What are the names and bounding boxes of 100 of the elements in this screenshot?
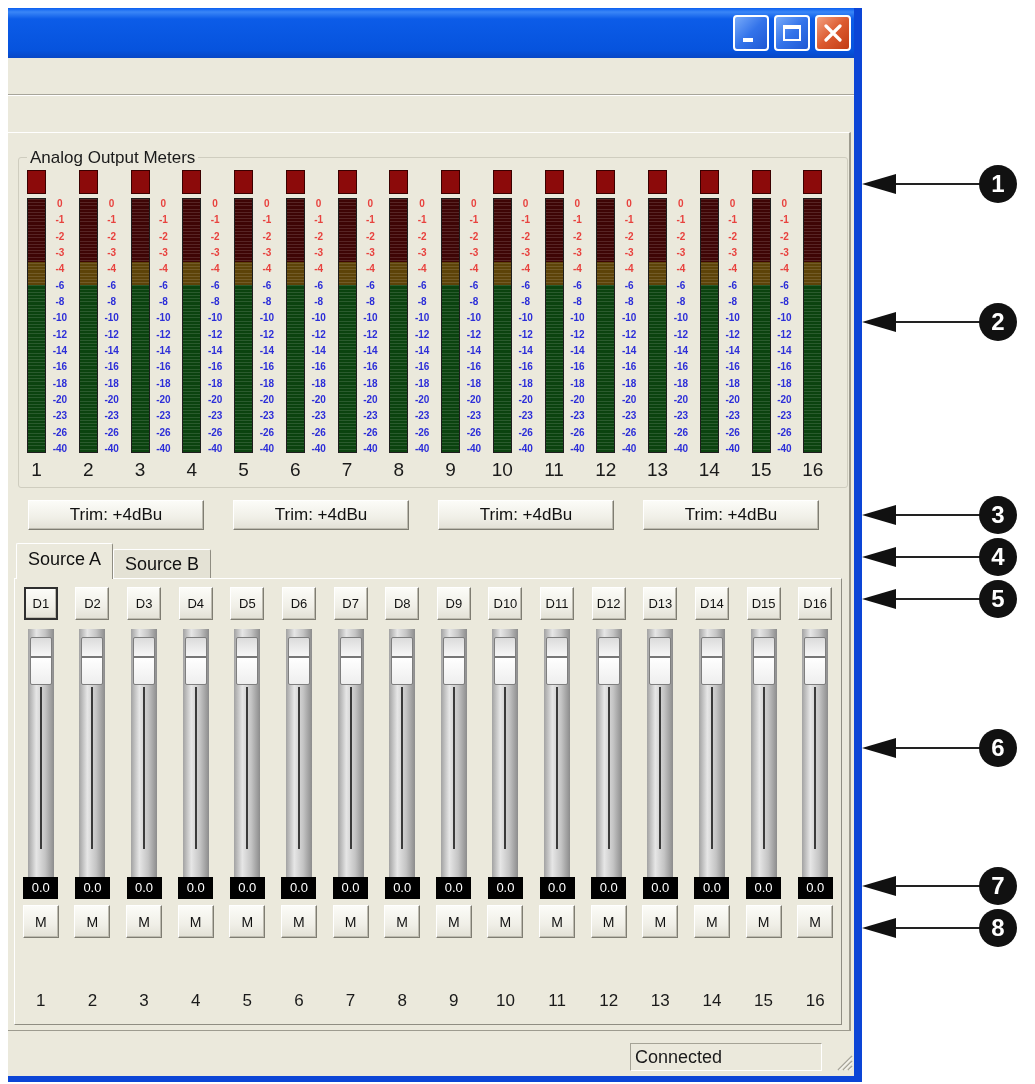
- scale-label: -18: [207, 376, 223, 391]
- scale-label: -10: [777, 311, 792, 326]
- source-tab[interactable]: Source A: [16, 543, 114, 579]
- fader-thumb[interactable]: [804, 637, 827, 685]
- level-readout: 0.0: [23, 877, 59, 899]
- fader-track[interactable]: [647, 629, 674, 877]
- channel-number: 11: [548, 990, 566, 1012]
- source-button[interactable]: D10: [488, 587, 523, 620]
- close-button[interactable]: [815, 15, 851, 51]
- source-button[interactable]: D16: [798, 587, 833, 620]
- fader-track[interactable]: [750, 629, 777, 877]
- scale-label: -8: [314, 294, 324, 309]
- fader-track[interactable]: [389, 629, 416, 877]
- scale-label: -14: [259, 343, 275, 358]
- fader-track[interactable]: [285, 629, 312, 877]
- source-button[interactable]: D11: [540, 587, 575, 620]
- maximize-button[interactable]: [774, 15, 810, 51]
- fader-thumb[interactable]: [391, 637, 414, 685]
- fader-thumb[interactable]: [494, 637, 517, 685]
- fader-thumb[interactable]: [29, 637, 52, 685]
- mute-button[interactable]: M: [435, 905, 472, 938]
- mute-button[interactable]: M: [797, 905, 834, 938]
- fader-thumb[interactable]: [752, 637, 775, 685]
- mute-button[interactable]: M: [332, 905, 369, 938]
- source-tab[interactable]: Source B: [113, 549, 212, 578]
- fader-thumb[interactable]: [81, 637, 104, 685]
- trim-button[interactable]: Trim: +4dBu: [643, 500, 819, 530]
- source-button[interactable]: D3: [127, 587, 162, 620]
- scale-label: 0: [781, 197, 788, 211]
- fader-thumb[interactable]: [133, 637, 156, 685]
- scale-label: -2: [262, 229, 272, 244]
- fader-track[interactable]: [131, 629, 158, 877]
- channel-number: 15: [754, 990, 773, 1012]
- source-button[interactable]: D12: [591, 587, 626, 620]
- channel-number: 10: [495, 990, 515, 1012]
- fader-thumb[interactable]: [649, 637, 672, 685]
- mute-button[interactable]: M: [539, 905, 576, 938]
- mute-button[interactable]: M: [590, 905, 627, 938]
- mute-button[interactable]: M: [487, 905, 524, 938]
- fader-track[interactable]: [27, 629, 54, 877]
- scale-label: -12: [311, 327, 326, 342]
- trim-button[interactable]: Trim: +4dBu: [233, 500, 409, 530]
- source-button[interactable]: D15: [746, 587, 781, 620]
- source-button[interactable]: D4: [178, 587, 213, 620]
- scale-label: 0: [522, 197, 529, 211]
- fader-thumb[interactable]: [184, 637, 207, 685]
- trim-button[interactable]: Trim: +4dBu: [438, 500, 614, 530]
- source-button[interactable]: D14: [694, 587, 729, 620]
- fader-track[interactable]: [492, 629, 519, 877]
- scale-label: -40: [570, 441, 585, 456]
- source-button[interactable]: D7: [333, 587, 368, 620]
- fader-track[interactable]: [337, 629, 364, 877]
- mute-button[interactable]: M: [693, 905, 730, 938]
- fader-track[interactable]: [698, 629, 725, 877]
- mute-button[interactable]: M: [229, 905, 266, 938]
- source-button[interactable]: D6: [281, 587, 316, 620]
- mute-button[interactable]: M: [280, 905, 317, 938]
- source-button[interactable]: D5: [230, 587, 265, 620]
- fader-track[interactable]: [440, 629, 467, 877]
- mute-button[interactable]: M: [642, 905, 679, 938]
- fader-thumb[interactable]: [700, 637, 723, 685]
- fader-thumb[interactable]: [597, 637, 620, 685]
- scale-label: -6: [262, 278, 272, 293]
- source-button[interactable]: D13: [643, 587, 678, 620]
- scale-label: -8: [417, 294, 427, 309]
- source-button[interactable]: D2: [75, 587, 110, 620]
- fader-track[interactable]: [79, 629, 106, 877]
- scale-label: -10: [673, 311, 689, 326]
- clip-indicator: [27, 170, 46, 194]
- fader-track[interactable]: [234, 629, 261, 877]
- fader-track[interactable]: [544, 629, 571, 877]
- scale-label: -8: [469, 294, 479, 309]
- mute-button[interactable]: M: [384, 905, 421, 938]
- scale-label: -6: [728, 278, 738, 293]
- channel-number: 13: [646, 459, 669, 481]
- mute-button[interactable]: M: [74, 905, 111, 938]
- level-readout: 0.0: [178, 877, 214, 899]
- fader-track[interactable]: [802, 629, 829, 877]
- source-button[interactable]: D1: [23, 587, 58, 620]
- minimize-button[interactable]: [733, 15, 769, 51]
- source-button[interactable]: D9: [436, 587, 471, 620]
- scale-label: -23: [466, 409, 482, 424]
- mute-button[interactable]: M: [177, 905, 214, 938]
- scale-label: -8: [728, 294, 738, 309]
- fader-thumb[interactable]: [339, 637, 362, 685]
- mute-button[interactable]: M: [22, 905, 59, 938]
- source-button[interactable]: D8: [385, 587, 420, 620]
- fader-thumb[interactable]: [236, 637, 259, 685]
- fader-track[interactable]: [595, 629, 622, 877]
- fader-track[interactable]: [182, 629, 209, 877]
- trim-button[interactable]: Trim: +4dBu: [28, 500, 204, 530]
- channel-number: 12: [595, 459, 617, 481]
- fader-thumb[interactable]: [442, 637, 465, 685]
- mute-button[interactable]: M: [126, 905, 163, 938]
- fader-thumb[interactable]: [287, 637, 310, 685]
- fader-thumb[interactable]: [546, 637, 569, 685]
- scale-label: -26: [104, 425, 119, 440]
- scale-label: -3: [728, 246, 738, 260]
- scale-label: -8: [624, 294, 634, 309]
- mute-button[interactable]: M: [745, 905, 782, 938]
